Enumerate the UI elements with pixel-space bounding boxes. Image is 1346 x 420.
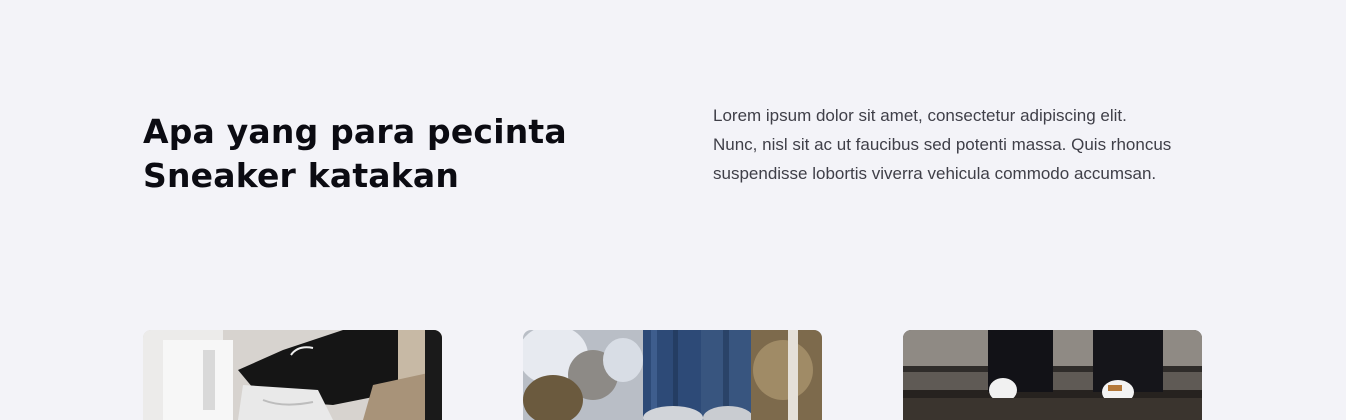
testimonial-card-3[interactable] bbox=[903, 330, 1202, 420]
sneaker-photo-jeans bbox=[523, 330, 822, 420]
intro-line-3: suspendisse lobortis viverra vehicula co… bbox=[713, 164, 1157, 183]
testimonial-card-2[interactable] bbox=[523, 330, 822, 420]
section-heading: Apa yang para pecinta Sneaker katakan bbox=[143, 110, 603, 198]
testimonials-section: Apa yang para pecinta Sneaker katakan Lo… bbox=[0, 0, 1346, 420]
testimonial-card-1[interactable] bbox=[143, 330, 442, 420]
heading-line-1: Apa yang para pecinta bbox=[143, 112, 567, 151]
section-intro: Lorem ipsum dolor sit amet, consectetur … bbox=[713, 101, 1213, 188]
sneaker-photo-stairs bbox=[903, 330, 1202, 420]
sneaker-photo-white-shoe bbox=[143, 330, 442, 420]
intro-line-2: Nunc, nisl sit ac ut faucibus sed potent… bbox=[713, 135, 1172, 154]
intro-line-1: Lorem ipsum dolor sit amet, consectetur … bbox=[713, 106, 1127, 125]
heading-line-2: Sneaker katakan bbox=[143, 156, 460, 195]
